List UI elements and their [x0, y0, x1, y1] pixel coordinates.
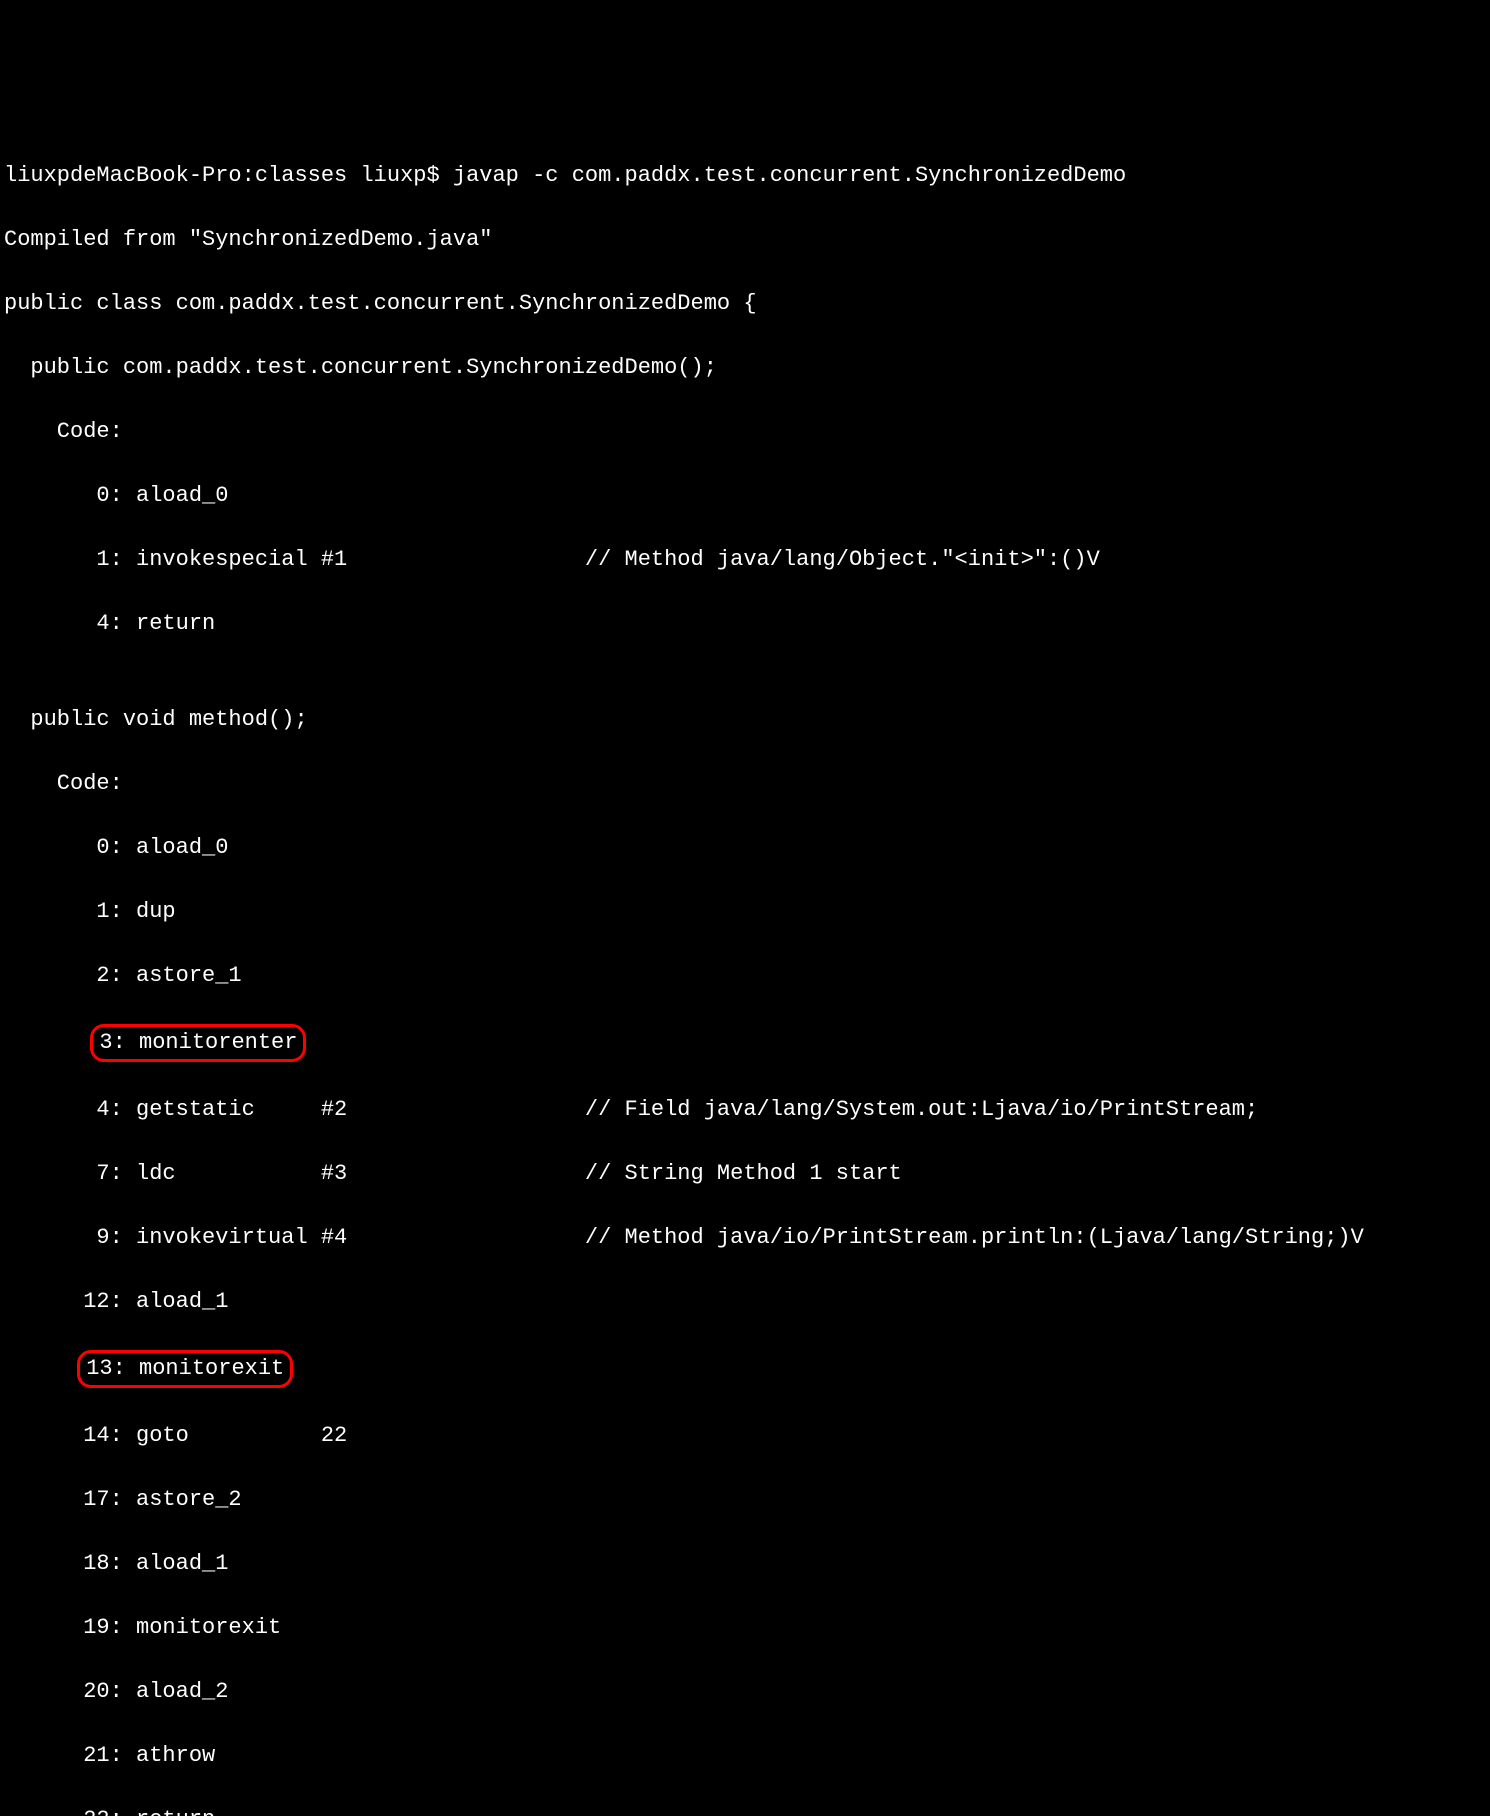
highlight-prefix [4, 1030, 96, 1055]
bytecode-line: 0: aload_0 [4, 832, 1486, 864]
highlight-prefix [4, 1356, 83, 1381]
constructor-declaration: public com.paddx.test.concurrent.Synchro… [4, 352, 1486, 384]
code-label: Code: [4, 416, 1486, 448]
bytecode-line: 4: getstatic #2 // Field java/lang/Syste… [4, 1094, 1486, 1126]
terminal-output[interactable]: liuxpdeMacBook-Pro:classes liuxp$ javap … [0, 128, 1490, 1816]
bytecode-line-highlighted: 13: monitorexit [4, 1350, 1486, 1388]
bytecode-line: 7: ldc #3 // String Method 1 start [4, 1158, 1486, 1190]
class-declaration: public class com.paddx.test.concurrent.S… [4, 288, 1486, 320]
bytecode-line: 0: aload_0 [4, 480, 1486, 512]
bytecode-line: 20: aload_2 [4, 1676, 1486, 1708]
bytecode-line: 1: invokespecial #1 // Method java/lang/… [4, 544, 1486, 576]
bytecode-line: 19: monitorexit [4, 1612, 1486, 1644]
monitorexit-highlight: 13: monitorexit [77, 1350, 293, 1388]
bytecode-line: 14: goto 22 [4, 1420, 1486, 1452]
code-label: Code: [4, 768, 1486, 800]
bytecode-line: 4: return [4, 608, 1486, 640]
bytecode-line: 9: invokevirtual #4 // Method java/io/Pr… [4, 1222, 1486, 1254]
bytecode-line-highlighted: 3: monitorenter [4, 1024, 1486, 1062]
monitorenter-highlight: 3: monitorenter [90, 1024, 306, 1062]
bytecode-line: 22: return [4, 1804, 1486, 1816]
bytecode-line: 18: aload_1 [4, 1548, 1486, 1580]
bytecode-line: 17: astore_2 [4, 1484, 1486, 1516]
method-declaration: public void method(); [4, 704, 1486, 736]
bytecode-line: 21: athrow [4, 1740, 1486, 1772]
bytecode-line: 1: dup [4, 896, 1486, 928]
bytecode-line: 12: aload_1 [4, 1286, 1486, 1318]
compiled-from-line: Compiled from "SynchronizedDemo.java" [4, 224, 1486, 256]
shell-prompt-line: liuxpdeMacBook-Pro:classes liuxp$ javap … [4, 160, 1486, 192]
bytecode-line: 2: astore_1 [4, 960, 1486, 992]
